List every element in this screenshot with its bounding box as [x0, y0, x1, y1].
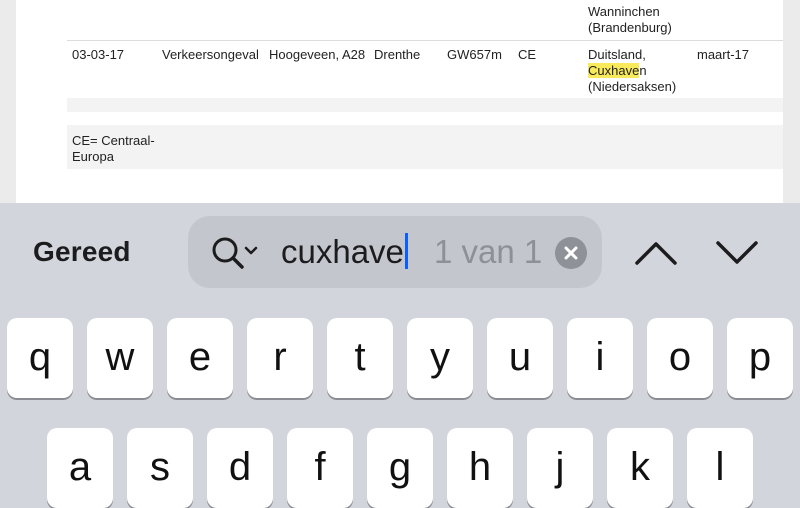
- key-k[interactable]: k: [607, 428, 673, 508]
- search-icon[interactable]: [210, 235, 260, 271]
- key-i[interactable]: i: [567, 318, 633, 398]
- done-button[interactable]: Gereed: [33, 236, 131, 268]
- cell-month: maart-17: [697, 47, 750, 62]
- table-divider: [67, 40, 783, 41]
- footnote-line2: Europa: [72, 149, 114, 164]
- cell-code: GW657m: [447, 47, 502, 62]
- key-r[interactable]: r: [247, 318, 313, 398]
- key-p[interactable]: p: [727, 318, 793, 398]
- search-highlight: Cuxhave: [588, 63, 640, 78]
- cell-dest-region: (Niedersaksen): [588, 79, 677, 94]
- document-view[interactable]: Wanninchen (Brandenburg) 03-03-17 Verkee…: [0, 0, 800, 203]
- key-s[interactable]: s: [127, 428, 193, 508]
- match-count: 1 van 1: [434, 233, 543, 270]
- cell-province: Drenthe: [374, 47, 421, 62]
- cell-dest-city: Cuxhaven: [588, 63, 647, 79]
- key-o[interactable]: o: [647, 318, 713, 398]
- cell-dest-country: Duitsland,: [588, 47, 646, 62]
- key-t[interactable]: t: [327, 318, 393, 398]
- prev-row-city: Wanninchen: [588, 4, 660, 19]
- key-f[interactable]: f: [287, 428, 353, 508]
- key-u[interactable]: u: [487, 318, 553, 398]
- key-q[interactable]: q: [7, 318, 73, 398]
- cell-dest-city-rest: n: [639, 63, 647, 78]
- key-a[interactable]: a: [47, 428, 113, 508]
- search-input[interactable]: cuxhave: [281, 233, 408, 271]
- cell-date: 03-03-17: [72, 47, 125, 62]
- text-cursor: [404, 233, 408, 269]
- previous-match-icon[interactable]: [633, 238, 679, 268]
- empty-table-row: [67, 98, 783, 112]
- key-g[interactable]: g: [367, 428, 433, 508]
- cell-type: Verkeersongeval: [162, 47, 259, 62]
- key-w[interactable]: w: [87, 318, 153, 398]
- key-j[interactable]: j: [527, 428, 593, 508]
- cell-region: CE: [518, 47, 537, 62]
- key-y[interactable]: y: [407, 318, 473, 398]
- clear-icon[interactable]: [555, 237, 587, 269]
- key-d[interactable]: d: [207, 428, 273, 508]
- footnote-row: [67, 125, 783, 169]
- next-match-icon[interactable]: [714, 238, 760, 268]
- footnote-line1: CE= Centraal-: [72, 133, 155, 148]
- key-e[interactable]: e: [167, 318, 233, 398]
- prev-row-region: (Brandenburg): [588, 20, 672, 35]
- key-h[interactable]: h: [447, 428, 513, 508]
- search-input-value: cuxhave: [281, 233, 404, 270]
- key-l[interactable]: l: [687, 428, 753, 508]
- cell-location: Hoogeveen, A28: [269, 47, 366, 62]
